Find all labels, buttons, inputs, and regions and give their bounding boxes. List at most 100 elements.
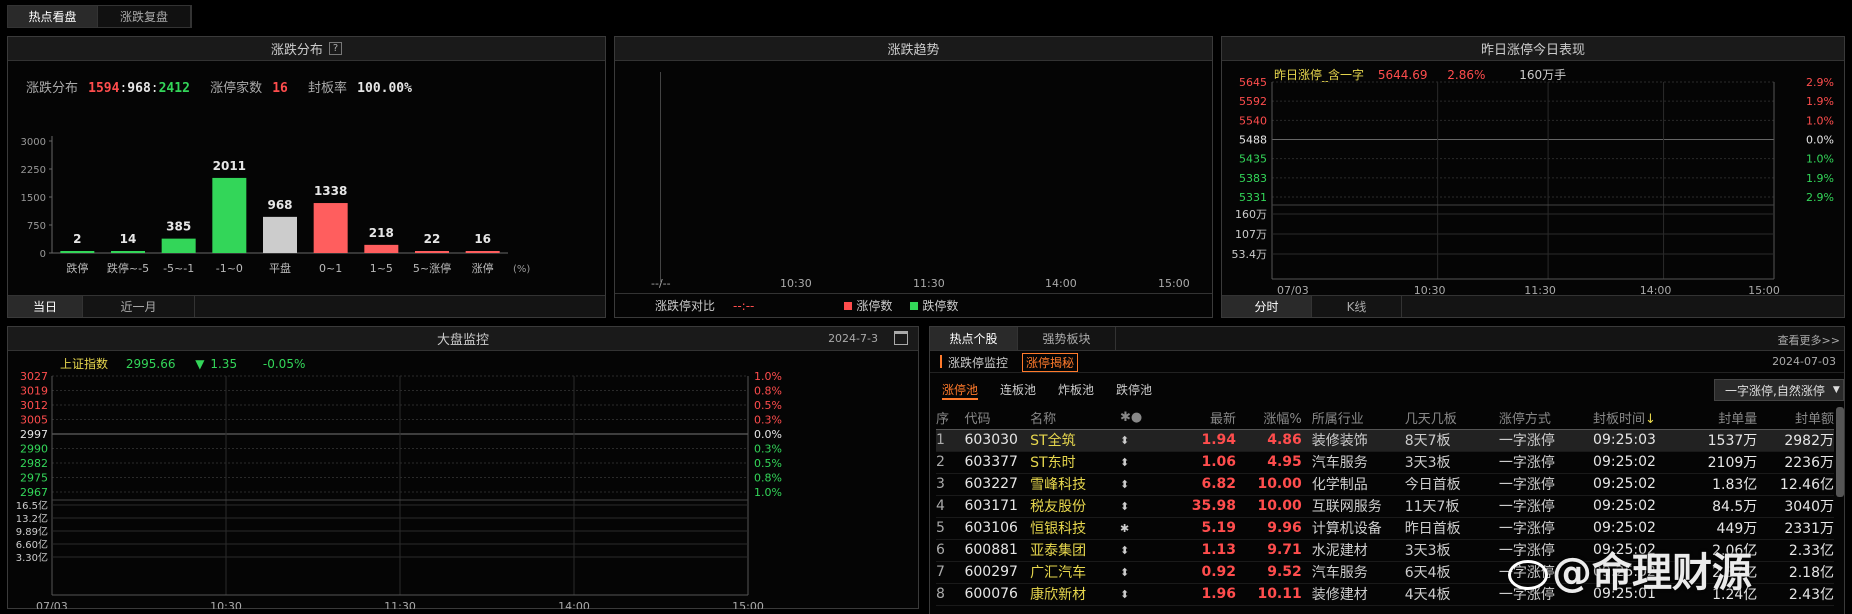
row-amt: 3040万 <box>1784 499 1834 515</box>
col-industry[interactable]: 所属行业 <box>1302 407 1405 429</box>
hot-subbar: 涨跌停监控 涨停揭秘 2024-07-03 <box>930 351 1844 373</box>
row-price: 35.98 <box>1191 498 1237 514</box>
calendar-icon[interactable] <box>894 331 908 345</box>
row-name: ST全筑 <box>1030 433 1076 449</box>
market-ytick-price: 3019 <box>20 385 48 398</box>
dist-bar-value: 1338 <box>314 184 347 198</box>
fbl-label: 封板率 <box>308 81 348 96</box>
row-seq: 7 <box>936 564 945 580</box>
row-amt: 2331万 <box>1784 521 1834 537</box>
market-vol-tick: 3.30亿 <box>16 551 48 564</box>
row-industry: 计算机设备 <box>1311 521 1382 537</box>
yzt-ytick-pct: 1.9% <box>1806 172 1834 185</box>
dist-category-label: -5~-1 <box>163 262 194 275</box>
watermark-text: @命理财源 <box>1552 550 1752 596</box>
yzt-ytick-pct: 2.9% <box>1806 77 1834 89</box>
table-row[interactable]: 5 603106 恒银科技 ✱ 5.19 9.96 计算机设备 昨日首板 一字涨停 09:25:0… <box>936 517 1834 539</box>
col-way[interactable]: 涨停方式 <box>1499 407 1593 429</box>
table-row[interactable]: 4 603171 税友股份 ⬍ 35.98 10.00 互联网服务 11天7板 一字涨停 09:2… <box>936 495 1834 517</box>
market-ytick-price: 2982 <box>20 457 48 470</box>
help-icon[interactable]: ? <box>328 42 343 55</box>
tab-dt-pool[interactable]: 跌停池 <box>1116 381 1152 400</box>
row-seq: 8 <box>936 586 945 602</box>
tab-review[interactable]: 涨跌复盘 <box>98 6 191 27</box>
row-pct: 10.00 <box>1257 476 1302 492</box>
row-vol: 449万 <box>1716 521 1758 537</box>
market-ytick-price: 2967 <box>20 486 48 499</box>
yzt-ytick-pct: 0.0% <box>1806 134 1834 147</box>
row-amt: 2.43亿 <box>1788 587 1834 603</box>
yzt-vol-tick: 53.4万 <box>1232 248 1268 261</box>
row-time: 09:25:02 <box>1593 498 1656 514</box>
dist-category-label: 跌停~-5 <box>107 261 149 275</box>
col-vol[interactable]: 封单量 <box>1689 407 1757 429</box>
dist-title: 涨跌分布 <box>270 43 323 58</box>
col-pct[interactable]: 涨幅% <box>1236 407 1301 429</box>
row-way: 一字涨停 <box>1498 499 1555 515</box>
tab-today[interactable]: 当日 <box>8 296 83 317</box>
row-name: 恒银科技 <box>1030 521 1087 537</box>
tab-lb-pool[interactable]: 连板池 <box>1000 381 1036 400</box>
row-pct: 10.11 <box>1257 586 1302 602</box>
tab-intraday[interactable]: 分时 <box>1222 296 1312 317</box>
yzt-chart: 5645 2.9% 5592 1.9% 5540 1.0% 5488 0.0% 5435 1.0%… <box>1232 77 1835 297</box>
hot-date: 2024-07-03 <box>1772 355 1836 368</box>
row-days: 今日首板 <box>1404 477 1461 493</box>
trend-xtick: 15:00 <box>1158 277 1190 290</box>
row-vol: 1537万 <box>1707 433 1758 449</box>
dist-bar <box>212 177 247 253</box>
market-ytick-pct: 0.3% <box>754 443 782 456</box>
weibo-icon <box>1508 560 1548 590</box>
row-pct: 4.86 <box>1267 432 1302 448</box>
table-row[interactable]: 3 603227 雪峰科技 ⬍ 6.82 10.00 化学制品 今日首板 一字涨停 09:25:0… <box>936 473 1834 495</box>
col-price[interactable]: 最新 <box>1159 407 1236 429</box>
row-flag: ⬍ <box>1119 433 1130 447</box>
row-code: 600076 <box>964 586 1018 602</box>
market-ytick-pct: 0.5% <box>754 457 782 470</box>
dist-bar <box>161 238 196 253</box>
yzt-ytick-pct: 2.9% <box>1806 191 1834 204</box>
row-price: 0.92 <box>1201 564 1237 580</box>
col-amt[interactable]: 封单额 <box>1757 407 1834 429</box>
col-days[interactable]: 几天几板 <box>1405 407 1499 429</box>
tab-zb-pool[interactable]: 炸板池 <box>1058 381 1094 400</box>
down-count: 2412 <box>158 81 190 96</box>
row-pct: 9.71 <box>1267 542 1302 558</box>
row-industry: 汽车服务 <box>1311 565 1368 581</box>
row-industry: 互联网服务 <box>1311 499 1382 515</box>
row-price: 1.13 <box>1201 542 1237 558</box>
table-scrollbar[interactable] <box>1836 407 1844 497</box>
row-flag: ⬍ <box>1119 587 1130 601</box>
row-industry: 水泥建材 <box>1311 543 1368 559</box>
yzt-ytick-price: 5435 <box>1239 153 1267 166</box>
fbl-value: 100.00% <box>357 81 412 96</box>
sort-dropdown[interactable]: 一字涨停,自然涨停 ▼ <box>1714 379 1844 401</box>
tab-strong-sectors[interactable]: 强势板块 <box>1018 327 1116 350</box>
tab-zt-pool[interactable]: 涨停池 <box>942 381 979 400</box>
dist-bar <box>415 251 449 253</box>
row-industry: 装修装饰 <box>1311 433 1368 449</box>
row-way: 一字涨停 <box>1498 477 1555 493</box>
more-link[interactable]: 查看更多>> <box>1778 332 1840 348</box>
badge-zt-reveal[interactable]: 涨停揭秘 <box>1022 353 1079 372</box>
col-code[interactable]: 代码 <box>964 407 1030 429</box>
row-name: 亚泰集团 <box>1030 543 1087 559</box>
tab-hot-stocks[interactable]: 热点个股 <box>930 327 1018 350</box>
market-xtick: 14:00 <box>558 600 590 609</box>
sub-marker <box>940 355 942 368</box>
col-seq[interactable]: 序 <box>936 407 964 429</box>
tab-kline[interactable]: K线 <box>1312 296 1402 317</box>
dist-panel: 涨跌分布 ? 涨跌分布 1594:968:2412 涨停家数 16 封板率 10… <box>7 36 606 318</box>
col-time[interactable]: 封板时间↓ <box>1593 407 1689 429</box>
col-name[interactable]: 名称 <box>1030 407 1120 429</box>
table-row[interactable]: 1 603030 ST全筑 ⬍ 1.94 4.86 装修装饰 8天7板 一字涨停 09:25:03… <box>936 429 1834 451</box>
table-row[interactable]: 2 603377 ST东时 ⬍ 1.06 4.95 汽车服务 3天3板 一字涨停 09:25:02… <box>936 451 1834 473</box>
yzt-ytick-price: 5383 <box>1239 172 1267 185</box>
market-panel: 大盘监控 2024-7-3 上证指数 2995.66 ▼ 1.35 -0.05%… <box>7 326 919 609</box>
ratio-label: 涨跌停对比 <box>655 299 716 313</box>
row-code: 603227 <box>964 476 1018 492</box>
row-industry: 汽车服务 <box>1311 455 1368 471</box>
tab-hot-board[interactable]: 热点看盘 <box>8 6 98 27</box>
tab-month[interactable]: 近一月 <box>83 296 195 317</box>
row-seq: 5 <box>936 520 945 536</box>
